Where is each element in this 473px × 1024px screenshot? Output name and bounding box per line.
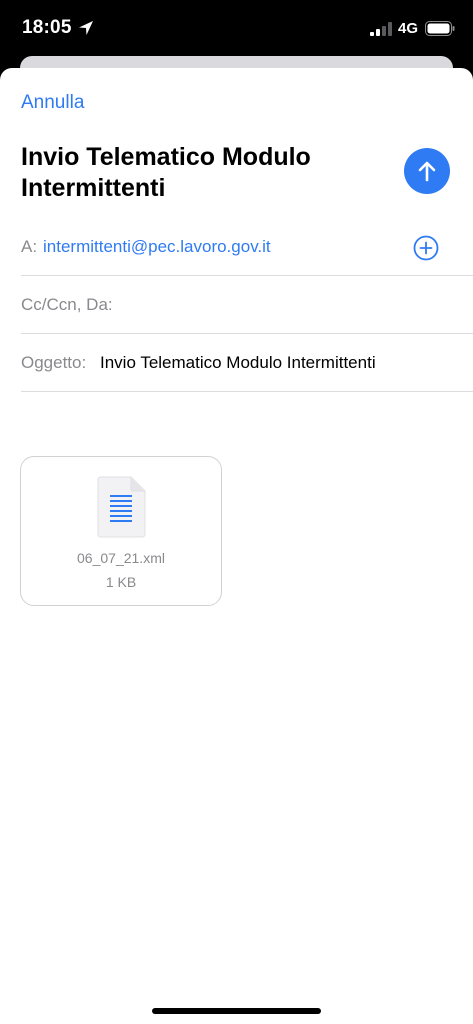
status-time: 18:05 — [22, 17, 72, 38]
attachment-card[interactable]: 06_07_21.xml 1 KB — [20, 456, 222, 606]
location-arrow-icon — [79, 21, 93, 35]
cancel-button[interactable]: Annulla — [21, 92, 84, 114]
send-button[interactable] — [404, 148, 450, 194]
cc-field-row[interactable]: Cc/Ccn, Da: — [21, 276, 473, 334]
battery-icon — [425, 21, 455, 36]
to-recipient[interactable]: intermittenti@pec.lavoro.gov.it — [43, 237, 271, 257]
subject-input[interactable]: Invio Telematico Modulo Intermittenti — [100, 353, 376, 373]
signal-bars-icon — [370, 22, 392, 36]
status-bar: 18:05 4G — [0, 0, 473, 56]
compose-title: Invio Telematico Modulo Intermittenti — [21, 143, 311, 202]
to-label: A: — [21, 237, 38, 256]
arrow-up-icon — [418, 161, 436, 182]
to-field-row[interactable]: A: intermittenti@pec.lavoro.gov.it — [21, 218, 473, 276]
plus-circle-icon[interactable] — [413, 235, 439, 261]
cc-label: Cc/Ccn, Da: — [21, 295, 113, 314]
subject-field-row[interactable]: Oggetto: Invio Telematico Modulo Intermi… — [21, 334, 473, 392]
attachment-filesize: 1 KB — [105, 574, 137, 590]
home-indicator[interactable] — [152, 1008, 321, 1014]
subject-label: Oggetto: — [21, 353, 87, 372]
compose-sheet: Annulla Invio Telematico Modulo Intermit… — [0, 68, 473, 1024]
network-type: 4G — [398, 20, 419, 37]
attachment-filename: 06_07_21.xml — [77, 550, 165, 566]
document-icon — [97, 476, 146, 538]
